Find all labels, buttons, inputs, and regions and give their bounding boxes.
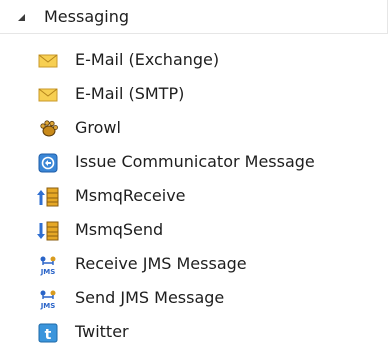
envelope-icon — [37, 84, 59, 106]
toolbox-item-email-exchange[interactable]: E-Mail (Exchange) — [0, 43, 388, 77]
toolbox-item-label: MsmqSend — [75, 220, 164, 239]
toolbox-item-label: E-Mail (Exchange) — [75, 50, 220, 69]
toolbox-item-msmqreceive[interactable]: MsmqReceive — [0, 179, 388, 213]
toolbox-item-label: Send JMS Message — [75, 288, 225, 307]
toolbox-item-twitter[interactable]: t Twitter — [0, 315, 388, 347]
toolbox-item-label: Twitter — [75, 322, 129, 341]
toolbox-item-receive-jms-message[interactable]: JMS Receive JMS Message — [0, 247, 388, 281]
toolbox-item-label: Growl — [75, 118, 121, 137]
envelope-icon — [37, 50, 59, 72]
expanded-triangle-icon[interactable] — [18, 14, 25, 21]
toolbox-panel: Messaging E-Mail (Exchange) E-Mail (SMTP… — [0, 0, 392, 347]
toolbox-item-label: Receive JMS Message — [75, 254, 247, 273]
jms-icon: JMS — [37, 288, 59, 310]
toolbox-item-label: MsmqReceive — [75, 186, 186, 205]
communicator-icon — [37, 152, 59, 174]
toolbox-item-issue-communicator-message[interactable]: Issue Communicator Message — [0, 145, 388, 179]
toolbox-item-msmqsend[interactable]: MsmqSend — [0, 213, 388, 247]
svg-text:t: t — [45, 327, 52, 343]
toolbox-item-growl[interactable]: Growl — [0, 111, 388, 145]
svg-text:JMS: JMS — [40, 268, 56, 276]
jms-icon: JMS — [37, 254, 59, 276]
toolbox-item-send-jms-message[interactable]: JMS Send JMS Message — [0, 281, 388, 315]
twitter-icon: t — [37, 322, 59, 344]
growl-paw-icon — [37, 118, 59, 140]
msmq-receive-icon — [37, 186, 59, 208]
toolbox-item-email-smtp[interactable]: E-Mail (SMTP) — [0, 77, 388, 111]
group-title: Messaging — [44, 7, 130, 26]
toolbox-item-label: E-Mail (SMTP) — [75, 84, 185, 103]
msmq-send-icon — [37, 220, 59, 242]
svg-text:JMS: JMS — [40, 302, 56, 310]
toolbox-item-label: Issue Communicator Message — [75, 152, 315, 171]
group-header-messaging[interactable]: Messaging — [0, 0, 388, 34]
